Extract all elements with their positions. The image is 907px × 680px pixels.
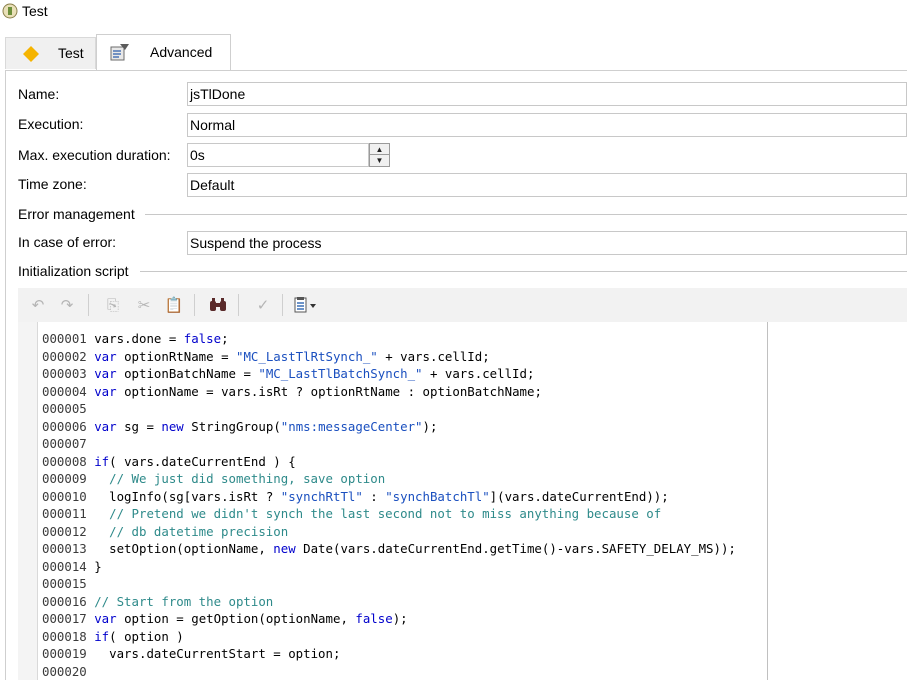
code-line[interactable]: 000002 var optionRtName = "MC_LastTlRtSy…	[42, 348, 736, 366]
code-text: setOption(optionName, new Date(vars.date…	[109, 541, 736, 556]
tab-advanced-label: Advanced	[150, 44, 213, 60]
line-number: 000001	[42, 331, 95, 346]
toolbar-separator	[238, 294, 239, 316]
code-line[interactable]: 000004 var optionName = vars.isRt ? opti…	[42, 383, 736, 401]
init-script-divider	[140, 271, 907, 272]
code-line[interactable]: 000012 // db datetime precision	[42, 523, 736, 541]
code-line[interactable]: 000017 var option = getOption(optionName…	[42, 610, 736, 628]
line-number: 000014	[42, 558, 95, 574]
code-line[interactable]: 000001 vars.done = false;	[42, 330, 736, 348]
line-number: 000019	[42, 646, 95, 661]
script-toolbar: ↶ ↷ ⎘ ✂ 📋 ✓	[18, 288, 907, 322]
check-icon[interactable]: ✓	[252, 295, 274, 315]
insert-menu-icon[interactable]	[292, 295, 322, 315]
code-text: var sg = new StringGroup("nms:messageCen…	[94, 418, 438, 434]
line-number: 000011	[42, 506, 95, 521]
line-number: 000012	[42, 523, 95, 539]
line-number: 000020	[42, 663, 95, 679]
code-line[interactable]: 000008 if( vars.dateCurrentEnd ) {	[42, 453, 736, 471]
editor-gutter	[18, 322, 38, 680]
toolbar-separator	[88, 294, 89, 316]
code-text: var option = getOption(optionName, false…	[94, 611, 408, 626]
app-icon	[2, 3, 18, 19]
code-line[interactable]: 000016 // Start from the option	[42, 593, 736, 611]
line-number: 000008	[42, 453, 95, 469]
line-number: 000018	[42, 628, 95, 644]
script-code[interactable]: 000001 vars.done = false; 000002 var opti…	[42, 330, 736, 680]
code-line[interactable]: 000019 vars.dateCurrentStart = option;	[42, 645, 736, 663]
code-text: var optionBatchName = "MC_LastTlBatchSyn…	[94, 366, 535, 381]
code-text: // db datetime precision	[109, 523, 289, 539]
diamond-icon	[23, 46, 39, 62]
code-line[interactable]: 000007	[42, 435, 736, 453]
line-number: 000007	[42, 436, 95, 451]
copy-icon[interactable]: ⎘	[102, 295, 124, 315]
find-icon[interactable]	[207, 295, 229, 315]
properties-icon	[110, 44, 129, 61]
code-text: var optionRtName = "MC_LastTlRtSynch_" +…	[94, 348, 490, 364]
code-text: logInfo(sg[vars.isRt ? "synchRtTl" : "sy…	[109, 488, 669, 504]
line-number: 000010	[42, 488, 95, 504]
code-line[interactable]: 000018 if( option )	[42, 628, 736, 646]
on-error-label: In case of error:	[18, 234, 117, 250]
code-line[interactable]: 000011 // Pretend we didn't synch the la…	[42, 505, 736, 523]
code-text: if( option )	[94, 628, 184, 644]
code-line[interactable]: 000003 var optionBatchName = "MC_LastTlB…	[42, 365, 736, 383]
line-number: 000013	[42, 541, 95, 556]
paste-icon[interactable]: 📋	[163, 295, 185, 315]
code-text: var optionName = vars.isRt ? optionRtNam…	[94, 383, 542, 399]
code-text: vars.done = false;	[94, 331, 229, 346]
name-label: Name:	[18, 86, 60, 102]
timezone-field[interactable]: Default	[187, 173, 907, 197]
line-number: 000009	[42, 471, 95, 486]
code-line[interactable]: 000014 }	[42, 558, 736, 576]
execution-field[interactable]: Normal	[187, 113, 907, 137]
timezone-label: Time zone:	[18, 176, 87, 192]
code-text: // Start from the option	[94, 593, 274, 609]
code-line[interactable]: 000013 setOption(optionName, new Date(va…	[42, 540, 736, 558]
tab-test-label: Test	[58, 45, 84, 61]
toolbar-separator	[194, 294, 195, 316]
code-text: // Pretend we didn't synch the last seco…	[109, 506, 662, 521]
window-title: Test	[22, 3, 48, 19]
line-number: 000003	[42, 366, 95, 381]
line-number: 000015	[42, 576, 95, 591]
tab-strip: Test Advanced	[0, 28, 907, 70]
max-duration-label: Max. execution duration:	[18, 147, 171, 163]
line-number: 000005	[42, 401, 95, 416]
tab-advanced[interactable]: Advanced	[96, 34, 231, 70]
code-line[interactable]: 000015	[42, 575, 736, 593]
code-line[interactable]: 000009 // We just did something, save op…	[42, 470, 736, 488]
tab-test[interactable]: Test	[5, 37, 96, 69]
code-text: if( vars.dateCurrentEnd ) {	[94, 453, 296, 469]
line-number: 000016	[42, 593, 95, 609]
error-management-group-label: Error management	[18, 206, 135, 222]
on-error-field[interactable]: Suspend the process	[187, 231, 907, 255]
error-management-divider	[145, 214, 907, 215]
code-text: // We just did something, save option	[109, 471, 386, 486]
duration-stepper[interactable]: ▲ ▼	[369, 143, 390, 167]
line-number: 000004	[42, 383, 95, 399]
stepper-up-icon[interactable]: ▲	[370, 144, 389, 155]
name-field[interactable]: jsTlDone	[187, 82, 907, 106]
stepper-down-icon[interactable]: ▼	[370, 155, 389, 166]
code-text: vars.dateCurrentStart = option;	[109, 646, 341, 661]
code-line[interactable]: 000020	[42, 663, 736, 680]
cut-icon[interactable]: ✂	[133, 295, 155, 315]
code-line[interactable]: 000010 logInfo(sg[vars.isRt ? "synchRtTl…	[42, 488, 736, 506]
execution-label: Execution:	[18, 116, 84, 132]
max-duration-field[interactable]: 0s	[187, 143, 369, 167]
toolbar-separator	[282, 294, 283, 316]
code-line[interactable]: 000005	[42, 400, 736, 418]
code-text: }	[94, 558, 102, 574]
code-line[interactable]: 000006 var sg = new StringGroup("nms:mes…	[42, 418, 736, 436]
redo-icon[interactable]: ↷	[56, 295, 78, 315]
init-script-group-label: Initialization script	[18, 263, 129, 279]
line-number: 000002	[42, 348, 95, 364]
title-bar: Test	[0, 0, 907, 24]
undo-icon[interactable]: ↶	[27, 295, 49, 315]
editor-margin-line	[767, 322, 768, 680]
line-number: 000017	[42, 611, 95, 626]
line-number: 000006	[42, 418, 95, 434]
